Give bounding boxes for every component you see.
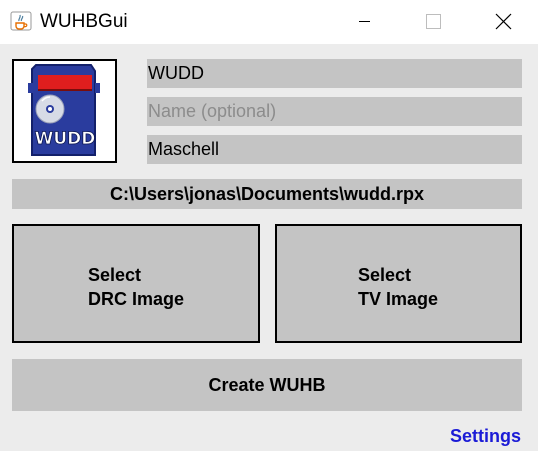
main-window: WUHBGui WUDD WUDD Name (optional) Masche…	[0, 0, 538, 451]
name-field[interactable]	[147, 97, 522, 126]
settings-link[interactable]: Settings	[450, 425, 521, 447]
java-app-icon	[10, 11, 32, 31]
select-drc-image-button[interactable]: Select DRC Image	[12, 224, 260, 343]
minimize-icon	[359, 21, 370, 22]
tv-button-label-line1: Select	[358, 265, 412, 285]
maximize-icon	[426, 14, 441, 29]
create-wuhb-button[interactable]: Create WUHB	[12, 359, 522, 411]
sd-card-icon: WUDD	[28, 64, 100, 156]
title-field[interactable]	[147, 59, 522, 88]
window-title: WUHBGui	[40, 11, 128, 32]
title-bar[interactable]: WUHBGui	[0, 0, 538, 44]
logo-text: WUDD	[35, 129, 96, 149]
tv-button-label-line2: TV Image	[358, 289, 439, 309]
rpx-path-display[interactable]: C:\Users\jonas\Documents\wudd.rpx	[12, 179, 522, 209]
author-field[interactable]	[147, 135, 522, 164]
minimize-button[interactable]	[341, 0, 387, 44]
drc-button-label-line1: Select	[88, 265, 142, 285]
app-logo[interactable]: WUDD	[12, 59, 117, 163]
select-tv-image-button[interactable]: Select TV Image	[275, 224, 522, 343]
drc-button-label-line2: DRC Image	[88, 289, 185, 309]
close-button[interactable]	[480, 0, 526, 44]
close-icon	[495, 13, 512, 30]
maximize-button[interactable]	[410, 0, 456, 44]
